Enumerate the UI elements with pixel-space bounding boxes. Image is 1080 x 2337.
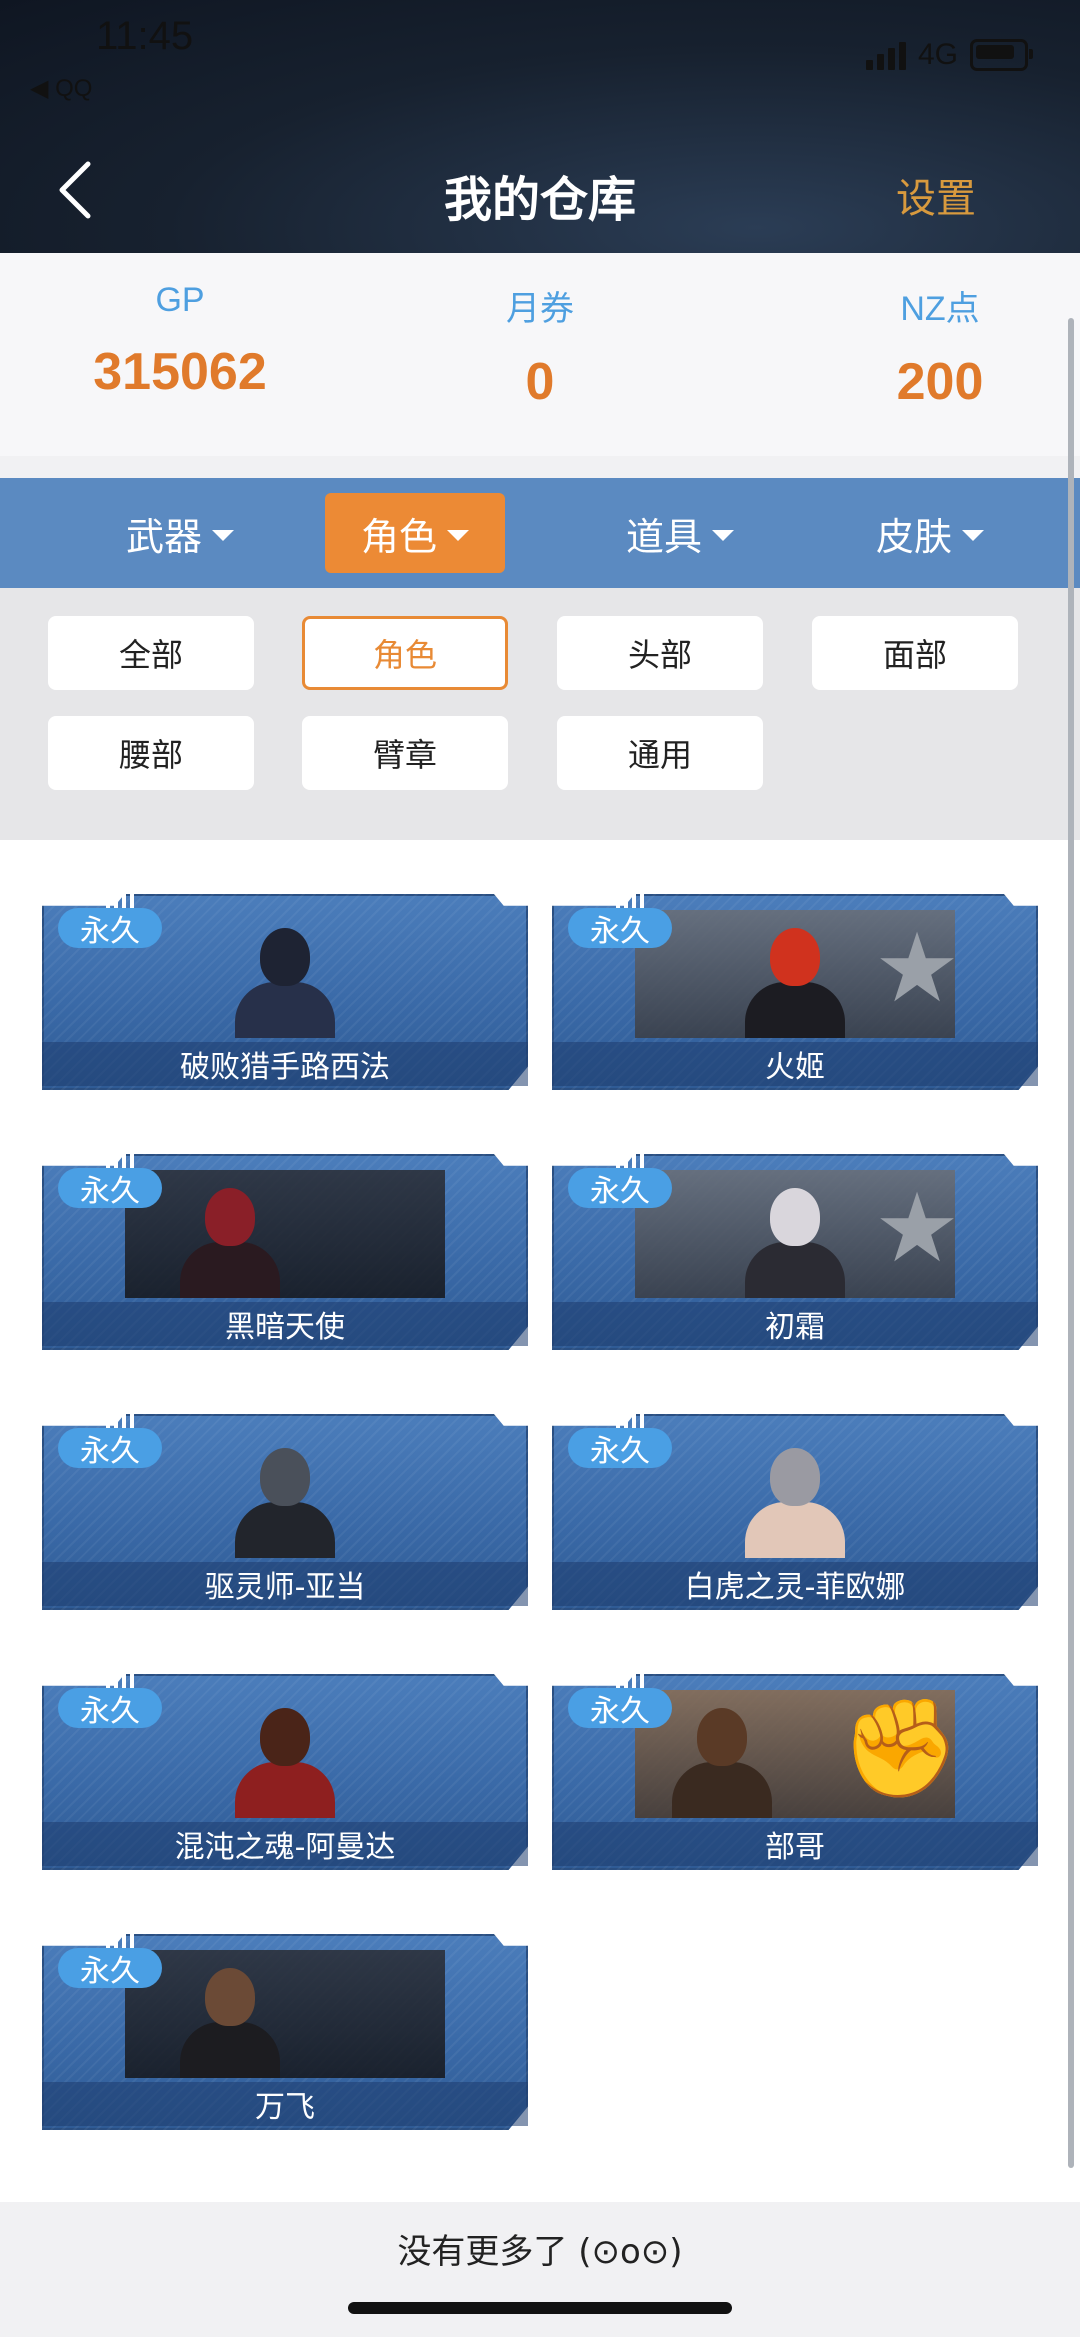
character-figure bbox=[740, 1180, 850, 1298]
item-name: 驱灵师-亚当 bbox=[42, 1562, 528, 1606]
permanent-badge: 永久 bbox=[568, 908, 672, 949]
category-tabs: 武器 角色 道具 皮肤 bbox=[0, 478, 1080, 588]
currency-label: NZ点 bbox=[900, 290, 980, 328]
item-name: 火姬 bbox=[552, 1042, 1038, 1086]
currency-value: 315062 bbox=[93, 343, 267, 401]
filter-armband[interactable]: 臂章 bbox=[302, 716, 508, 790]
scrollbar[interactable] bbox=[1068, 318, 1074, 2168]
item-card[interactable]: 永久 白虎之灵-菲欧娜 bbox=[552, 1412, 1038, 1610]
currency-value: 200 bbox=[896, 353, 984, 411]
filter-character[interactable]: 角色 bbox=[302, 616, 508, 690]
item-card[interactable]: 永久 破败猎手路西法 bbox=[42, 892, 528, 1090]
filter-head[interactable]: 头部 bbox=[557, 616, 763, 690]
caret-down-icon bbox=[712, 529, 734, 541]
item-name: 部哥 bbox=[552, 1822, 1038, 1866]
currency-label: GP bbox=[155, 281, 205, 319]
item-card[interactable]: 永久 混沌之魂-阿曼达 bbox=[42, 1672, 528, 1870]
tab-label: 武器 bbox=[125, 514, 202, 559]
battery-icon bbox=[970, 39, 1033, 71]
character-figure bbox=[740, 1440, 850, 1558]
character-figure bbox=[740, 920, 850, 1038]
currency-label: 月券 bbox=[506, 290, 574, 328]
status-indicators: 4G bbox=[865, 38, 1033, 72]
character-figure bbox=[230, 1700, 340, 1818]
permanent-badge: 永久 bbox=[58, 1948, 162, 1989]
network-type: 4G bbox=[917, 38, 958, 71]
tab-characters[interactable]: 角色 bbox=[325, 493, 505, 573]
character-figure bbox=[667, 1700, 777, 1818]
character-figure bbox=[230, 1440, 340, 1558]
star-icon: ★ bbox=[873, 912, 960, 1024]
permanent-badge: 永久 bbox=[58, 1428, 162, 1469]
item-name: 黑暗天使 bbox=[42, 1302, 528, 1346]
filter-chips: 全部 角色 头部 面部 腰部 臂章 通用 bbox=[0, 588, 1080, 840]
item-card[interactable]: 永久 驱灵师-亚当 bbox=[42, 1412, 528, 1610]
permanent-badge: 永久 bbox=[58, 1688, 162, 1729]
item-name: 混沌之魂-阿曼达 bbox=[42, 1822, 528, 1866]
item-name: 破败猎手路西法 bbox=[42, 1042, 528, 1086]
tab-label: 角色 bbox=[360, 514, 437, 559]
item-name: 白虎之灵-菲欧娜 bbox=[552, 1562, 1038, 1606]
permanent-badge: 永久 bbox=[568, 1168, 672, 1209]
header: 11:45 ◀ QQ 4G 我的仓库 设置 bbox=[0, 0, 1080, 253]
back-to-app-link[interactable]: ◀ QQ bbox=[30, 74, 92, 103]
filter-general[interactable]: 通用 bbox=[557, 716, 763, 790]
item-name: 万飞 bbox=[42, 2082, 528, 2126]
item-name: 初霜 bbox=[552, 1302, 1038, 1346]
fist-icon: ✊ bbox=[840, 1692, 960, 1804]
currency-monthly-ticket: 月券 0 bbox=[390, 253, 690, 412]
currency-summary: GP 315062 月券 0 NZ点 200 bbox=[0, 253, 1080, 456]
currency-nz: NZ点 200 bbox=[790, 253, 1080, 412]
tab-skins[interactable]: 皮肤 bbox=[840, 493, 1020, 573]
currency-value: 0 bbox=[525, 353, 555, 411]
permanent-badge: 永久 bbox=[58, 908, 162, 949]
character-figure bbox=[175, 1960, 285, 2078]
currency-gp: GP 315062 bbox=[30, 253, 330, 402]
caret-down-icon bbox=[447, 529, 469, 541]
filter-all[interactable]: 全部 bbox=[48, 616, 254, 690]
item-card[interactable]: ★ 永久 火姬 bbox=[552, 892, 1038, 1090]
item-card[interactable]: ★ 永久 初霜 bbox=[552, 1152, 1038, 1350]
filter-waist[interactable]: 腰部 bbox=[48, 716, 254, 790]
item-card[interactable]: 永久 万飞 bbox=[42, 1932, 528, 2130]
star-icon: ★ bbox=[873, 1172, 960, 1284]
home-indicator[interactable] bbox=[348, 2302, 732, 2314]
signal-icon bbox=[865, 40, 906, 70]
character-figure bbox=[175, 1180, 285, 1298]
caret-down-icon bbox=[212, 529, 234, 541]
permanent-badge: 永久 bbox=[58, 1168, 162, 1209]
permanent-badge: 永久 bbox=[568, 1688, 672, 1729]
item-card[interactable]: 永久 黑暗天使 bbox=[42, 1152, 528, 1350]
tab-weapons[interactable]: 武器 bbox=[90, 493, 270, 573]
item-card[interactable]: ✊ 永久 部哥 bbox=[552, 1672, 1038, 1870]
permanent-badge: 永久 bbox=[568, 1428, 672, 1469]
settings-button[interactable]: 设置 bbox=[896, 166, 976, 224]
tab-items[interactable]: 道具 bbox=[590, 493, 770, 573]
tab-label: 皮肤 bbox=[875, 514, 952, 559]
tab-label: 道具 bbox=[625, 514, 702, 559]
character-figure bbox=[230, 920, 340, 1038]
item-grid: 永久 破败猎手路西法 ★ 永久 火姬 永久 黑暗天使 ★ 永久 初霜 永久 驱灵… bbox=[0, 840, 1080, 2202]
filter-face[interactable]: 面部 bbox=[812, 616, 1018, 690]
caret-down-icon bbox=[962, 529, 984, 541]
no-more-text: 没有更多了 (⊙o⊙) bbox=[0, 2202, 1080, 2337]
status-time: 11:45 bbox=[96, 14, 194, 58]
